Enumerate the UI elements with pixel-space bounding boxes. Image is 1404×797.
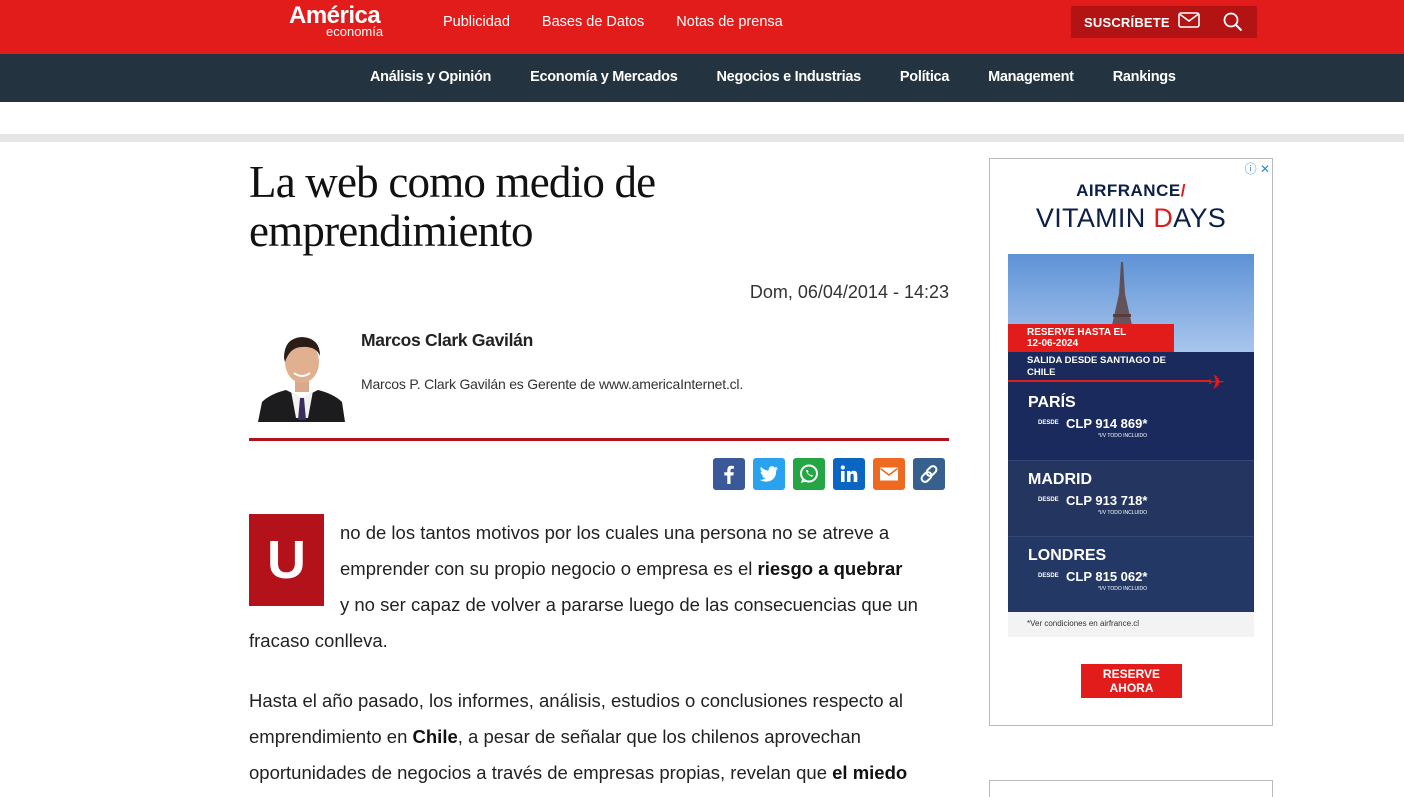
city-name: LONDRES: [1028, 547, 1107, 564]
desde-label: DESDE: [1038, 420, 1059, 426]
second-ad-slot: [989, 780, 1273, 797]
ad-brand: AIRFRANCE/: [990, 181, 1272, 201]
subscribe-button[interactable]: SUSCRÍBETE: [1084, 15, 1170, 30]
ad-headline: VITAMIN DAYS: [990, 203, 1272, 234]
city-price: CLP 914 869*: [1066, 416, 1148, 431]
iva-note: *I/V TODO INCLUIDO: [1098, 433, 1147, 439]
article: La web como medio de emprendimiento Dom,…: [249, 157, 949, 783]
highlight-chile: Chile: [412, 726, 458, 747]
highlight-riesgo-a-quebrar: riesgo a quebrar: [757, 558, 903, 579]
adchoices-icon[interactable]: ⓘ ✕: [1245, 160, 1270, 177]
para2-line3: oportunidades de negocios a través de em…: [249, 762, 833, 783]
ad-brand-mark: /: [1180, 181, 1186, 200]
ad-cta-line1: RESERVE: [1102, 667, 1161, 681]
ad-banner[interactable]: ⓘ ✕ AIRFRANCE/ VITAMIN DAYS RESERVE HAST…: [989, 158, 1273, 726]
para1-line3: y no ser capaz de volver a pararse luego…: [340, 594, 918, 615]
para2-line1: Hasta el año pasado, los informes, análi…: [249, 690, 904, 711]
twitter-icon[interactable]: [753, 458, 785, 490]
ad-city-londres: LONDRES DESDE CLP 815 062* *I/V TODO INC…: [1008, 536, 1254, 612]
nav-negocios-industrias[interactable]: Negocios e Industrias: [717, 69, 862, 85]
section-divider: [0, 134, 1404, 142]
main-nav: Análisis y Opinión Economía y Mercados N…: [0, 54, 1404, 102]
article-paragraph-2: Hasta el año pasado, los informes, análi…: [249, 683, 949, 791]
ad-conditions: *Ver condiciones en airfrance.cl: [1008, 612, 1254, 637]
search-icon[interactable]: [1223, 12, 1243, 37]
ad-headline-a: VITAMIN: [1035, 203, 1154, 233]
link-bases-de-datos[interactable]: Bases de Datos: [542, 14, 644, 30]
subscribe-search-box: SUSCRÍBETE: [1071, 6, 1257, 38]
ad-reserve-tag: RESERVE HASTA EL 12-06-2024: [1008, 324, 1174, 352]
author-avatar[interactable]: [258, 328, 345, 422]
ad-reserve-button[interactable]: RESERVE AHORA: [1081, 664, 1182, 698]
nav-politica[interactable]: Política: [900, 69, 949, 85]
ad-headline-c: AYS: [1173, 203, 1227, 233]
flight-path-line: [1008, 380, 1210, 382]
top-links: Publicidad Bases de Datos Notas de prens…: [443, 14, 783, 30]
city-name: MADRID: [1028, 471, 1092, 488]
city-price: CLP 815 062*: [1066, 569, 1148, 584]
city-price: CLP 913 718*: [1066, 493, 1148, 508]
airplane-icon: ✈: [1208, 372, 1225, 394]
para1-line4: fracaso conlleva.: [249, 630, 388, 651]
article-paragraph-1: no de los tantos motivos por los cuales …: [249, 515, 949, 659]
ad-reserve-line1: RESERVE HASTA EL: [1027, 327, 1127, 338]
link-icon[interactable]: [913, 458, 945, 490]
para2-line2-rest: , a pesar de señalar que los chilenos ap…: [457, 726, 861, 747]
nav-economia-mercados[interactable]: Economía y Mercados: [530, 69, 678, 85]
link-notas-de-prensa[interactable]: Notas de prensa: [676, 14, 782, 30]
ad-visual: RESERVE HASTA EL 12-06-2024 SALIDA DESDE…: [1008, 254, 1254, 637]
article-date: Dom, 06/04/2014 - 14:23: [749, 282, 949, 302]
ad-brand-name: AIRFRANCE: [1076, 181, 1181, 200]
ad-cta-line2: AHORA: [1109, 681, 1154, 695]
ad-departure: SALIDA DESDE SANTIAGO DE CHILE: [1027, 355, 1197, 379]
linkedin-icon[interactable]: [833, 458, 865, 490]
facebook-icon[interactable]: [713, 458, 745, 490]
top-header: América economía Publicidad Bases de Dat…: [0, 0, 1404, 54]
para2-line2: emprendimiento en: [249, 726, 413, 747]
city-name: PARÍS: [1028, 394, 1076, 411]
desde-label: DESDE: [1038, 497, 1059, 503]
logo-economia: economía: [326, 24, 384, 39]
article-title: La web como medio de emprendimiento: [249, 157, 656, 256]
share-bar: [713, 458, 945, 490]
iva-note: *I/V TODO INCLUIDO: [1098, 586, 1147, 592]
nav-management[interactable]: Management: [988, 69, 1074, 85]
ad-departure-line1: SALIDA DESDE SANTIAGO DE: [1027, 355, 1166, 366]
ad-departure-line2: CHILE: [1027, 367, 1056, 378]
ad-headline-b: D: [1153, 203, 1174, 233]
ad-city-madrid: MADRID DESDE CLP 913 718* *I/V TODO INCL…: [1008, 460, 1254, 536]
highlight-el-miedo: el miedo: [832, 762, 908, 783]
nav-rankings[interactable]: Rankings: [1113, 69, 1176, 85]
nav-analisis-opinion[interactable]: Análisis y Opinión: [370, 69, 491, 85]
iva-note: *I/V TODO INCLUIDO: [1098, 510, 1147, 516]
para1-line1: no de los tantos motivos por los cuales …: [340, 522, 890, 543]
desde-label: DESDE: [1038, 573, 1059, 579]
author-bio: Marcos P. Clark Gavilán es Gerente de ww…: [361, 376, 744, 392]
para1-line2: emprender con su propio negocio o empres…: [340, 558, 758, 579]
ad-city-paris: PARÍS DESDE CLP 914 869* *I/V TODO INCLU…: [1008, 384, 1254, 460]
link-publicidad[interactable]: Publicidad: [443, 14, 510, 30]
email-icon[interactable]: [873, 458, 905, 490]
whatsapp-icon[interactable]: [793, 458, 825, 490]
ad-reserve-date: 12-06-2024: [1027, 338, 1079, 349]
site-logo[interactable]: América economía: [289, 4, 384, 39]
article-divider: [249, 438, 949, 441]
mail-icon[interactable]: [1177, 11, 1200, 33]
author-name[interactable]: Marcos Clark Gavilán: [361, 330, 533, 351]
